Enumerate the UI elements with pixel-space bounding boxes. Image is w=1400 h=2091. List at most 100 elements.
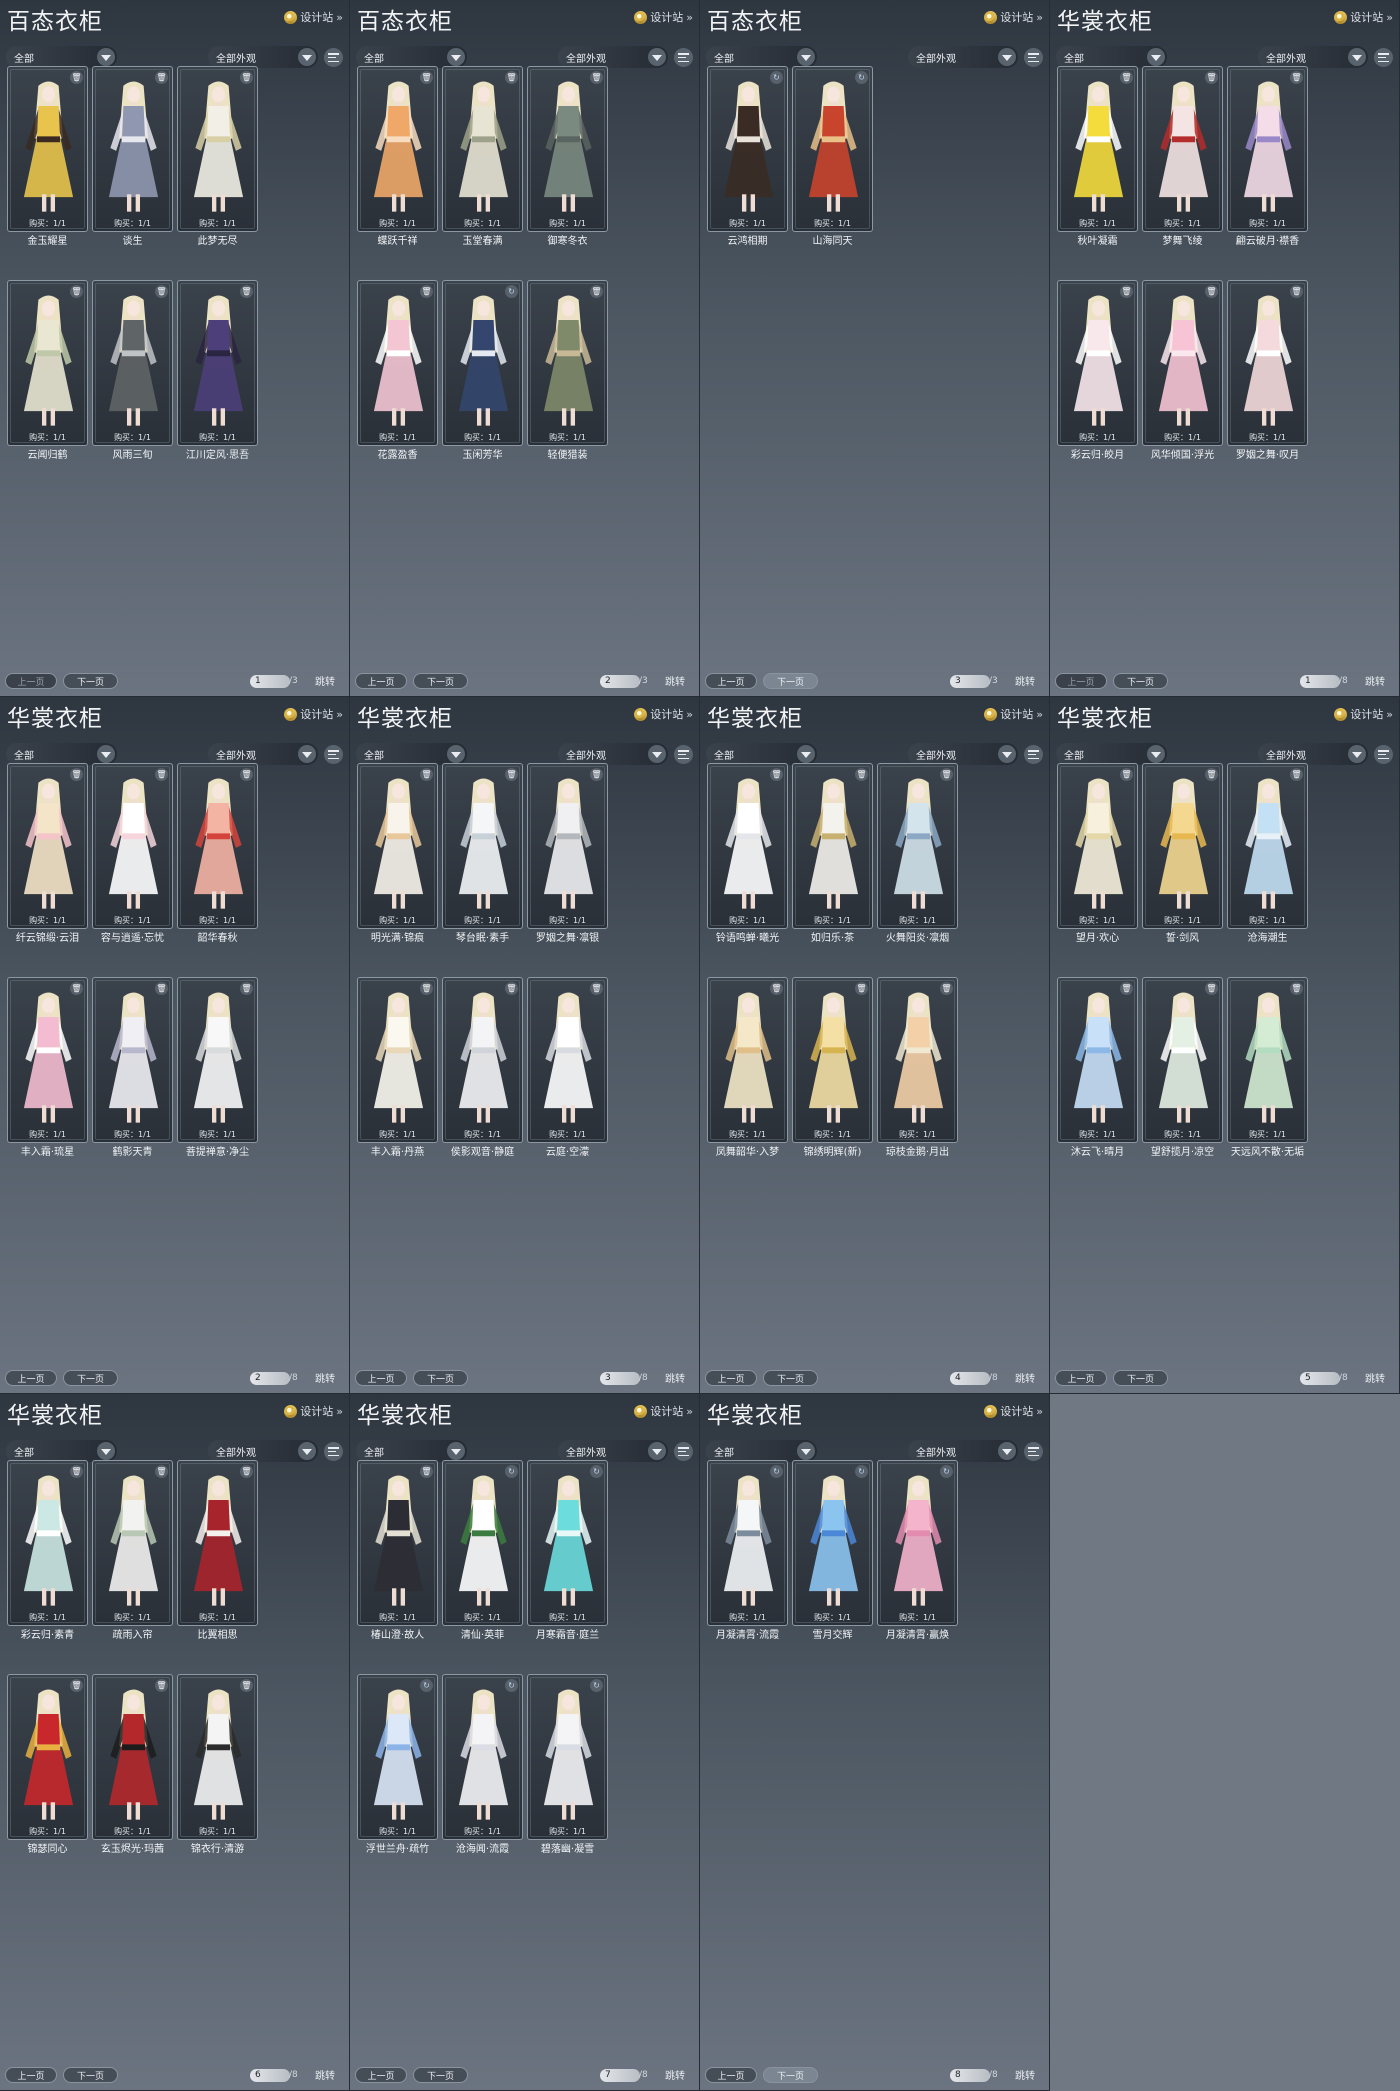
jump-button[interactable]: 跳转 bbox=[1365, 1370, 1385, 1385]
outfit-card[interactable]: 🗑 购买：1/1 bbox=[7, 66, 88, 232]
outfit-card[interactable]: 🗑 购买：1/1 bbox=[7, 1460, 88, 1626]
next-page-button[interactable]: 下一页 bbox=[763, 1370, 818, 1386]
category-filter-select[interactable]: 全部 bbox=[6, 743, 117, 765]
prev-page-button[interactable]: 上一页 bbox=[355, 1370, 407, 1386]
delete-icon[interactable]: 🗑 bbox=[855, 982, 868, 995]
sort-list-button[interactable] bbox=[1024, 745, 1043, 764]
refresh-icon[interactable]: ↻ bbox=[855, 1465, 868, 1478]
delete-icon[interactable]: 🗑 bbox=[770, 768, 783, 781]
delete-icon[interactable]: 🗑 bbox=[1290, 285, 1303, 298]
delete-icon[interactable]: 🗑 bbox=[70, 1679, 83, 1692]
outfit-card[interactable]: 🗑 购买：1/1 bbox=[1057, 66, 1138, 232]
sort-list-button[interactable] bbox=[1374, 48, 1393, 67]
prev-page-button[interactable]: 上一页 bbox=[355, 673, 407, 689]
delete-icon[interactable]: 🗑 bbox=[240, 1679, 253, 1692]
outfit-card[interactable]: 🗑 购买：1/1 bbox=[357, 763, 438, 929]
next-page-button[interactable]: 下一页 bbox=[1113, 673, 1168, 689]
prev-page-button[interactable]: 上一页 bbox=[705, 673, 757, 689]
outfit-card[interactable]: ↻ 购买：1/1 bbox=[707, 66, 788, 232]
delete-icon[interactable]: 🗑 bbox=[70, 1465, 83, 1478]
outfit-card[interactable]: 🗑 购买：1/1 bbox=[442, 977, 523, 1143]
delete-icon[interactable]: 🗑 bbox=[155, 768, 168, 781]
outfit-card[interactable]: ↻ 购买：1/1 bbox=[357, 1674, 438, 1840]
next-page-button[interactable]: 下一页 bbox=[763, 673, 818, 689]
delete-icon[interactable]: 🗑 bbox=[590, 71, 603, 84]
delete-icon[interactable]: 🗑 bbox=[505, 71, 518, 84]
delete-icon[interactable]: 🗑 bbox=[1290, 982, 1303, 995]
design-station-link[interactable]: 设计站 » bbox=[284, 1402, 343, 1420]
delete-icon[interactable]: 🗑 bbox=[770, 982, 783, 995]
prev-page-button[interactable]: 上一页 bbox=[5, 1370, 57, 1386]
delete-icon[interactable]: 🗑 bbox=[1205, 982, 1218, 995]
delete-icon[interactable]: 🗑 bbox=[420, 71, 433, 84]
delete-icon[interactable]: 🗑 bbox=[590, 768, 603, 781]
delete-icon[interactable]: 🗑 bbox=[155, 71, 168, 84]
category-filter-select[interactable]: 全部 bbox=[706, 1440, 817, 1462]
design-station-link[interactable]: 设计站 » bbox=[984, 1402, 1043, 1420]
sort-list-button[interactable] bbox=[674, 745, 693, 764]
delete-icon[interactable]: 🗑 bbox=[155, 982, 168, 995]
sort-list-button[interactable] bbox=[1024, 1442, 1043, 1461]
delete-icon[interactable]: 🗑 bbox=[940, 982, 953, 995]
page-number-input[interactable]: 4 bbox=[950, 1372, 990, 1385]
appearance-filter-select[interactable]: 全部外观 bbox=[908, 46, 1018, 68]
outfit-card[interactable]: 🗑 购买：1/1 bbox=[1142, 280, 1223, 446]
outfit-card[interactable]: 🗑 购买：1/1 bbox=[357, 66, 438, 232]
appearance-filter-select[interactable]: 全部外观 bbox=[208, 46, 318, 68]
design-station-link[interactable]: 设计站 » bbox=[984, 8, 1043, 26]
design-station-link[interactable]: 设计站 » bbox=[1334, 8, 1393, 26]
outfit-card[interactable]: ↻ 购买：1/1 bbox=[792, 66, 873, 232]
outfit-card[interactable]: 🗑 购买：1/1 bbox=[177, 763, 258, 929]
refresh-icon[interactable]: ↻ bbox=[590, 1679, 603, 1692]
delete-icon[interactable]: 🗑 bbox=[505, 982, 518, 995]
delete-icon[interactable]: 🗑 bbox=[1290, 71, 1303, 84]
page-number-input[interactable]: 8 bbox=[950, 2069, 990, 2082]
design-station-link[interactable]: 设计站 » bbox=[284, 705, 343, 723]
refresh-icon[interactable]: ↻ bbox=[505, 285, 518, 298]
refresh-icon[interactable]: ↻ bbox=[855, 71, 868, 84]
category-filter-select[interactable]: 全部 bbox=[706, 743, 817, 765]
outfit-card[interactable]: 🗑 购买：1/1 bbox=[1142, 66, 1223, 232]
page-number-input[interactable]: 6 bbox=[250, 2069, 290, 2082]
page-number-input[interactable]: 3 bbox=[950, 675, 990, 688]
outfit-card[interactable]: 🗑 购买：1/1 bbox=[357, 977, 438, 1143]
delete-icon[interactable]: 🗑 bbox=[155, 285, 168, 298]
page-number-input[interactable]: 5 bbox=[1300, 1372, 1340, 1385]
category-filter-select[interactable]: 全部 bbox=[6, 46, 117, 68]
sort-list-button[interactable] bbox=[324, 1442, 343, 1461]
next-page-button[interactable]: 下一页 bbox=[413, 1370, 468, 1386]
delete-icon[interactable]: 🗑 bbox=[1205, 285, 1218, 298]
delete-icon[interactable]: 🗑 bbox=[1205, 71, 1218, 84]
delete-icon[interactable]: 🗑 bbox=[590, 982, 603, 995]
refresh-icon[interactable]: ↻ bbox=[505, 1465, 518, 1478]
refresh-icon[interactable]: ↻ bbox=[505, 1679, 518, 1692]
refresh-icon[interactable]: ↻ bbox=[590, 1465, 603, 1478]
outfit-card[interactable]: 🗑 购买：1/1 bbox=[1227, 763, 1308, 929]
outfit-card[interactable]: 🗑 购买：1/1 bbox=[877, 977, 958, 1143]
appearance-filter-select[interactable]: 全部外观 bbox=[558, 1440, 668, 1462]
next-page-button[interactable]: 下一页 bbox=[763, 2067, 818, 2083]
page-number-input[interactable]: 7 bbox=[600, 2069, 640, 2082]
refresh-icon[interactable]: ↻ bbox=[420, 1679, 433, 1692]
outfit-card[interactable]: 🗑 购买：1/1 bbox=[92, 66, 173, 232]
appearance-filter-select[interactable]: 全部外观 bbox=[908, 1440, 1018, 1462]
delete-icon[interactable]: 🗑 bbox=[70, 285, 83, 298]
appearance-filter-select[interactable]: 全部外观 bbox=[1258, 46, 1368, 68]
delete-icon[interactable]: 🗑 bbox=[855, 768, 868, 781]
next-page-button[interactable]: 下一页 bbox=[63, 673, 118, 689]
delete-icon[interactable]: 🗑 bbox=[1290, 768, 1303, 781]
sort-list-button[interactable] bbox=[324, 745, 343, 764]
outfit-card[interactable]: 🗑 购买：1/1 bbox=[792, 977, 873, 1143]
appearance-filter-select[interactable]: 全部外观 bbox=[208, 743, 318, 765]
jump-button[interactable]: 跳转 bbox=[315, 2067, 335, 2082]
prev-page-button[interactable]: 上一页 bbox=[5, 2067, 57, 2083]
refresh-icon[interactable]: ↻ bbox=[770, 71, 783, 84]
delete-icon[interactable]: 🗑 bbox=[420, 285, 433, 298]
category-filter-select[interactable]: 全部 bbox=[356, 743, 467, 765]
outfit-card[interactable]: ↻ 购买：1/1 bbox=[527, 1674, 608, 1840]
delete-icon[interactable]: 🗑 bbox=[240, 71, 253, 84]
sort-list-button[interactable] bbox=[324, 48, 343, 67]
prev-page-button[interactable]: 上一页 bbox=[5, 673, 57, 689]
jump-button[interactable]: 跳转 bbox=[1365, 673, 1385, 688]
delete-icon[interactable]: 🗑 bbox=[420, 982, 433, 995]
